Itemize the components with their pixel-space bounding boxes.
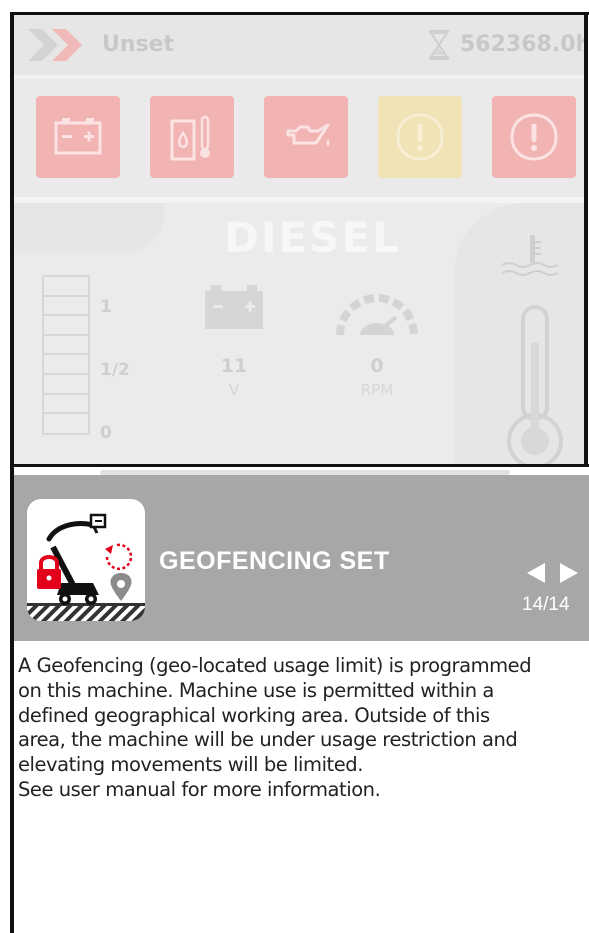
description-line: A Geofencing (geo-located usage limit) i… [18, 654, 532, 677]
previous-arrow-icon[interactable] [527, 563, 545, 583]
mode-label: Unset [102, 32, 175, 57]
description-line: area, the machine will be under usage re… [18, 728, 518, 752]
fuel-level-gauge [42, 275, 90, 435]
geofencing-illustration [27, 513, 145, 621]
frame-divider [10, 464, 589, 467]
notification-title: GEOFENCING SET [159, 547, 390, 575]
hourglass-icon [429, 30, 449, 60]
dimmed-dashboard: Unset 562368.0h DIESEL 1 1/2 0 11 V 0 RP… [14, 15, 584, 464]
description-line: elevating movements will be limited. [18, 753, 363, 777]
geofencing-machine-icon [27, 499, 145, 621]
next-arrow-icon[interactable] [560, 563, 578, 583]
notification-description: A Geofencing (geo-located usage limit) i… [18, 654, 586, 803]
tachometer-icon [336, 294, 418, 336]
fault-exclamation-icon [510, 113, 558, 161]
battery-alert [36, 96, 120, 178]
double-chevron-icon [28, 29, 82, 61]
warning-exclamation-icon [396, 113, 444, 161]
battery-voltage-unit: V [228, 381, 240, 399]
fuel-full-label: 1 [100, 297, 112, 317]
battery-gauge-icon [205, 285, 263, 329]
page-counter: 14/14 [522, 594, 570, 615]
engine-rpm-value: 0 [370, 355, 384, 377]
battery-icon [54, 118, 102, 155]
hour-meter: 562368.0h [460, 32, 584, 57]
engine-type-label: DIESEL [224, 213, 401, 262]
frame-right-border [584, 12, 588, 467]
oil-can-icon [286, 123, 330, 146]
fuel-temperature-alert [150, 96, 234, 178]
notification-banner: GEOFENCING SET 14/14 [14, 475, 589, 641]
alert-indicator-row [14, 79, 584, 203]
oil-pressure-alert [264, 96, 348, 178]
coolant-temperature-icon [501, 235, 559, 276]
description-line: defined geographical working area. Outsi… [18, 703, 490, 727]
dashboard-header: Unset 562368.0h [14, 15, 584, 79]
fuel-empty-label: 0 [100, 423, 112, 443]
battery-voltage-value: 11 [220, 355, 248, 377]
fuel-tab [14, 203, 164, 253]
description-line: See user manual for more information. [18, 777, 381, 801]
gauges-area: DIESEL 1 1/2 0 11 V 0 RPM [14, 203, 584, 464]
description-line: on this machine. Machine use is permitte… [18, 678, 494, 702]
fuel-half-label: 1/2 [100, 360, 130, 380]
fuel-temperature-icon [170, 115, 210, 161]
thermometer-icon [507, 305, 563, 464]
warning-alert [378, 96, 462, 178]
fault-alert [492, 96, 576, 178]
engine-rpm-unit: RPM [360, 381, 394, 399]
